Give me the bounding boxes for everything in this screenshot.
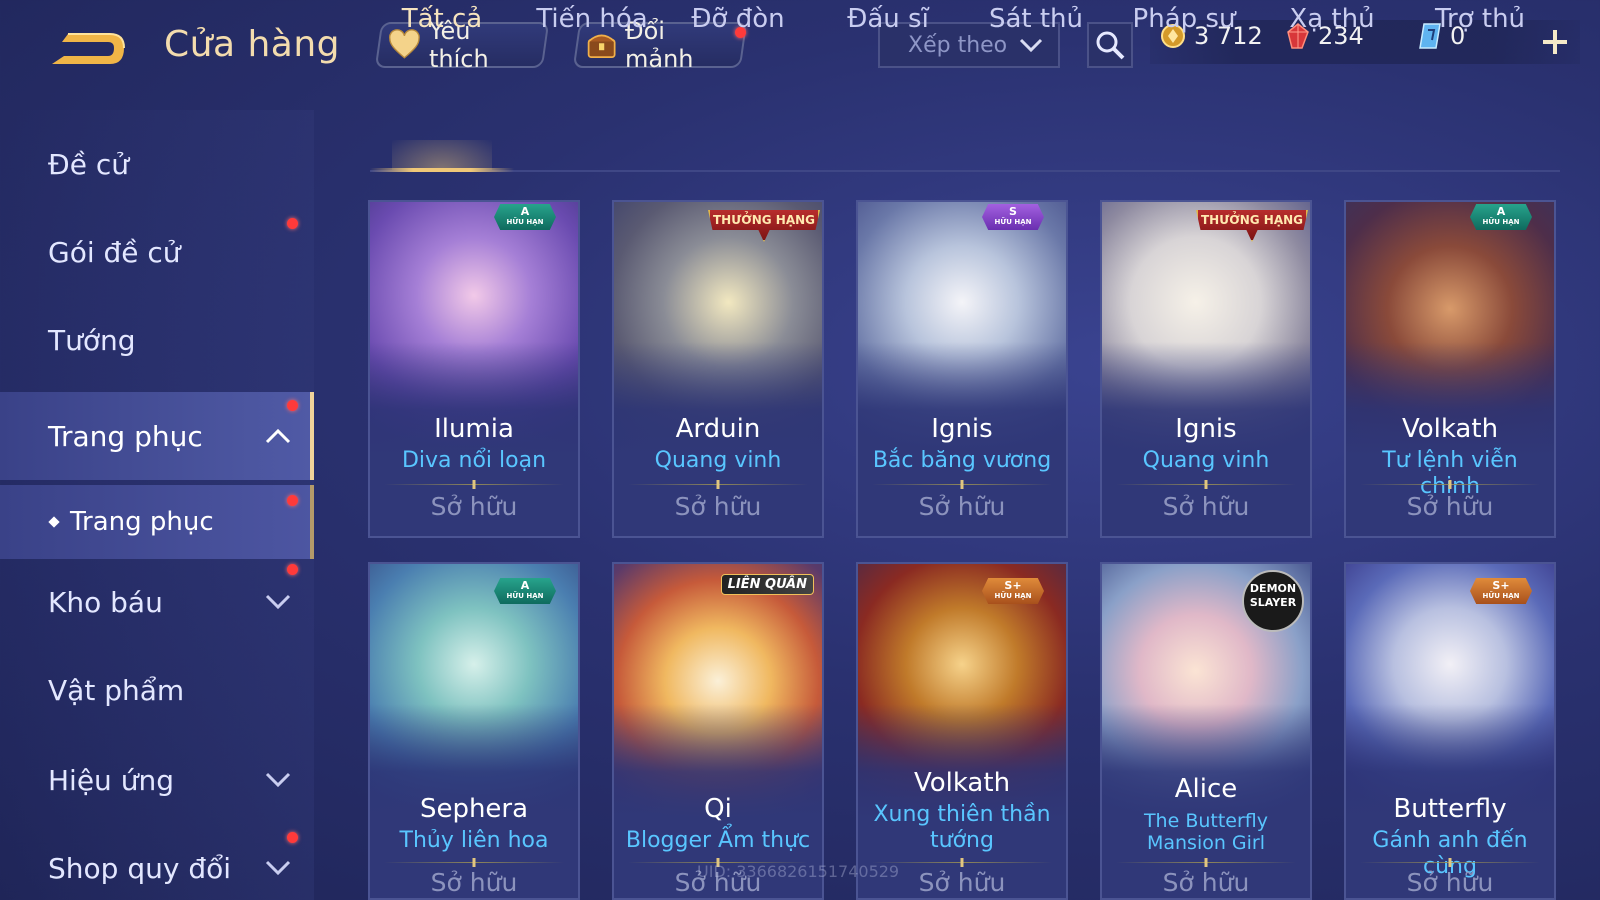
owned-status: Sở hữu xyxy=(674,492,762,521)
role-tabs xyxy=(370,120,1560,172)
chevron-down-icon xyxy=(265,772,291,788)
hero-name: Ignis xyxy=(1175,414,1237,444)
hero-name: Ilumia xyxy=(434,414,514,444)
skin-name: Bắc băng vương xyxy=(872,448,1052,473)
sidebar-item-recommended[interactable]: Đề cử xyxy=(0,120,314,208)
limited-badge: A HỮU HẠN xyxy=(494,204,556,230)
sidebar-item-label: Shop quy đổi xyxy=(48,851,231,885)
owned-status: Sở hữu xyxy=(430,868,518,897)
notification-dot xyxy=(287,400,298,411)
tab-evolution[interactable]: Tiến hóa xyxy=(520,4,664,50)
skin-card[interactable]: A HỮU HẠN Ilumia Diva nổi loạn Sở hữu xyxy=(368,200,580,538)
skin-card[interactable]: THƯỞNG HẠNG Arduin Quang vinh Sở hữu xyxy=(612,200,824,538)
hero-name: Qi xyxy=(704,794,732,824)
sidebar-item-label: Tướng xyxy=(48,323,136,357)
sidebar-subitem-label: Trang phục xyxy=(70,507,214,537)
owned-status: Sở hữu xyxy=(1162,492,1250,521)
hero-name: Volkath xyxy=(913,768,1011,798)
skin-card[interactable]: S+HỮU HẠN Butterfly Gánh anh đến cùng Sở… xyxy=(1344,562,1556,900)
limited-badge: S HỮU HẠN xyxy=(982,204,1044,230)
sidebar-item-items[interactable]: Vật phẩm xyxy=(0,646,314,734)
chevron-down-icon xyxy=(265,860,291,876)
active-tab-glow xyxy=(392,140,492,170)
skin-card[interactable]: AHỮU HẠN Volkath Tư lệnh viễn chinh Sở h… xyxy=(1344,200,1556,538)
card-divider xyxy=(1360,862,1540,863)
skin-card[interactable]: S HỮU HẠN Ignis Bắc băng vương Sở hữu xyxy=(856,200,1068,538)
back-arrow-icon xyxy=(52,33,125,64)
skin-name: Quang vinh xyxy=(1142,448,1270,473)
card-divider xyxy=(628,484,808,485)
limited-badge: S+ HỮU HẠN xyxy=(982,578,1044,604)
tab-marksman[interactable]: Xạ thủ xyxy=(1260,4,1404,50)
skin-name: Diva nổi loạn xyxy=(401,448,547,473)
hero-name: Arduin xyxy=(675,414,761,444)
skin-card[interactable]: S+ HỮU HẠN Volkath Xung thiên thần tướng … xyxy=(856,562,1068,900)
uid-watermark: UID: 3366826151740529 xyxy=(697,862,900,881)
skin-card[interactable]: LIÊN QUÂN Qi Blogger Ẩm thực Sở hữu xyxy=(612,562,824,900)
notification-dot xyxy=(287,218,298,229)
owned-status: Sở hữu xyxy=(918,492,1006,521)
sidebar-item-label: Đề cử xyxy=(48,147,129,181)
tab-tank[interactable]: Đỡ đòn xyxy=(666,4,810,50)
sidebar-item-label: Trang phục xyxy=(48,419,203,453)
card-divider xyxy=(1360,484,1540,485)
sidebar-item-effects[interactable]: Hiệu ứng xyxy=(0,736,314,824)
skin-grid: A HỮU HẠN Ilumia Diva nổi loạn Sở hữu THƯ… xyxy=(368,200,1568,900)
tab-mage[interactable]: Pháp sư xyxy=(1112,4,1256,50)
hero-name: Butterfly xyxy=(1393,794,1507,824)
sidebar-item-treasure[interactable]: Kho báu xyxy=(0,558,314,646)
hero-name: Sephera xyxy=(419,794,529,824)
notification-dot xyxy=(287,832,298,843)
active-tab-underline xyxy=(370,168,514,172)
card-divider xyxy=(1116,484,1296,485)
sidebar-item-label: Vật phẩm xyxy=(48,673,185,707)
hero-name: Volkath xyxy=(1401,414,1499,444)
skin-card[interactable]: A HỮU HẠN Sephera Thủy liên hoa Sở hữu xyxy=(368,562,580,900)
sidebar-item-heroes[interactable]: Tướng xyxy=(0,296,314,384)
owned-status: Sở hữu xyxy=(1406,492,1494,521)
card-divider xyxy=(872,484,1052,485)
skin-card[interactable]: THƯỞNG HẠNG Ignis Quang vinh Sở hữu xyxy=(1100,200,1312,538)
sidebar-item-skins[interactable]: Trang phục xyxy=(0,392,314,480)
sidebar-item-recommended-packs[interactable]: Gói đề cử xyxy=(0,208,314,296)
owned-status: Sở hữu xyxy=(430,492,518,521)
sidebar-item-label: Hiệu ứng xyxy=(48,763,174,797)
notification-dot xyxy=(287,495,298,506)
skin-name: Thủy liên hoa xyxy=(399,828,549,853)
brand-badge: LIÊN QUÂN xyxy=(720,574,814,595)
skin-card[interactable]: DEMON SLAYER Alice The Butterfly Mansion… xyxy=(1100,562,1312,900)
sidebar-item-exchange-shop[interactable]: Shop quy đổi xyxy=(0,824,314,900)
owned-status: Sở hữu xyxy=(1406,868,1494,897)
skin-name: Xung thiên thần tướng xyxy=(873,802,1051,853)
notification-dot xyxy=(287,564,298,575)
sidebar-item-label: Kho báu xyxy=(48,585,163,619)
back-button[interactable] xyxy=(48,26,128,72)
hero-name: Alice xyxy=(1174,774,1238,804)
limited-badge: A HỮU HẠN xyxy=(1470,204,1532,230)
tab-all[interactable]: Tất cả xyxy=(370,4,514,50)
skin-name: The Butterfly Mansion Girl xyxy=(1143,810,1269,854)
skin-name: Quang vinh xyxy=(654,448,782,473)
sidebar-item-label: Gói đề cử xyxy=(48,235,181,269)
limited-badge: A HỮU HẠN xyxy=(494,578,556,604)
owned-status: Sở hữu xyxy=(1162,868,1250,897)
hero-name: Ignis xyxy=(931,414,993,444)
diamond-bullet-icon xyxy=(48,516,60,528)
skin-name: Blogger Ẩm thực xyxy=(625,828,811,853)
card-divider xyxy=(384,862,564,863)
card-divider xyxy=(1116,862,1296,863)
page-title: Cửa hàng xyxy=(164,24,341,65)
limited-badge: S+ HỮU HẠN xyxy=(1470,578,1532,604)
card-divider xyxy=(384,484,564,485)
brand-badge: DEMON SLAYER xyxy=(1242,570,1304,632)
chevron-down-icon xyxy=(265,594,291,610)
tab-support[interactable]: Trợ thủ xyxy=(1408,4,1552,50)
tab-fighter[interactable]: Đấu sĩ xyxy=(816,4,960,50)
chevron-up-icon xyxy=(265,428,291,444)
sidebar-subitem-skins[interactable]: Trang phục xyxy=(0,485,314,559)
tab-assassin[interactable]: Sát thủ xyxy=(964,4,1108,50)
